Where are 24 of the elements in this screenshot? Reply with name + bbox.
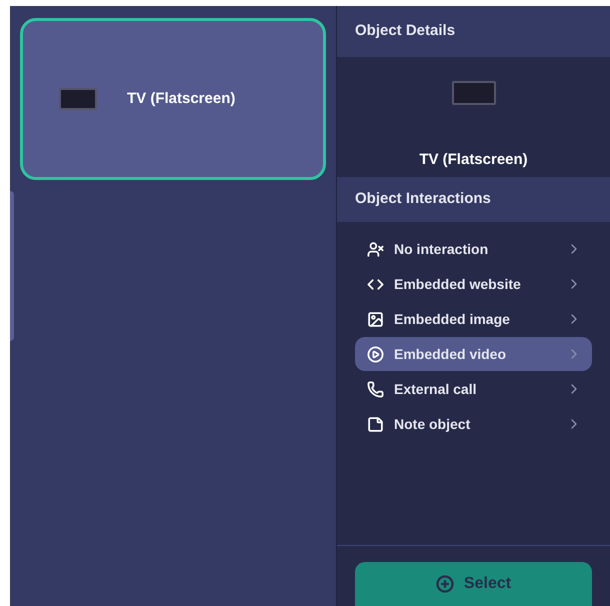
interaction-label: Embedded image <box>394 310 511 329</box>
interaction-item[interactable]: Note object <box>355 407 592 441</box>
interaction-item[interactable]: Embedded website <box>355 267 592 301</box>
interaction-item[interactable]: External call <box>355 372 592 406</box>
tv-icon <box>452 80 496 104</box>
interaction-label: External call <box>394 380 478 398</box>
object-name: TV (Flatscreen) <box>127 88 236 109</box>
section-title: Object Details <box>355 21 456 42</box>
note-icon <box>367 416 384 432</box>
plus-circle-icon <box>436 575 454 593</box>
phone-icon <box>367 380 384 398</box>
interaction-label: Embedded website <box>394 274 522 294</box>
tv-icon <box>59 88 97 110</box>
image-icon <box>367 310 384 328</box>
interaction-item[interactable]: Embedded image <box>355 302 592 336</box>
interaction-label: Embedded video <box>394 344 508 364</box>
interaction-item[interactable]: No interaction <box>355 232 592 266</box>
play-icon <box>367 346 384 362</box>
section-title: Object Interactions <box>355 189 491 210</box>
interaction-label: Note object <box>394 414 472 434</box>
interaction-item[interactable]: Embedded video <box>355 337 592 371</box>
interaction-label: No interaction <box>394 240 490 258</box>
object-card[interactable]: TV (Flatscreen) <box>20 18 326 180</box>
object-name: TV (Flatscreen) <box>419 150 528 170</box>
